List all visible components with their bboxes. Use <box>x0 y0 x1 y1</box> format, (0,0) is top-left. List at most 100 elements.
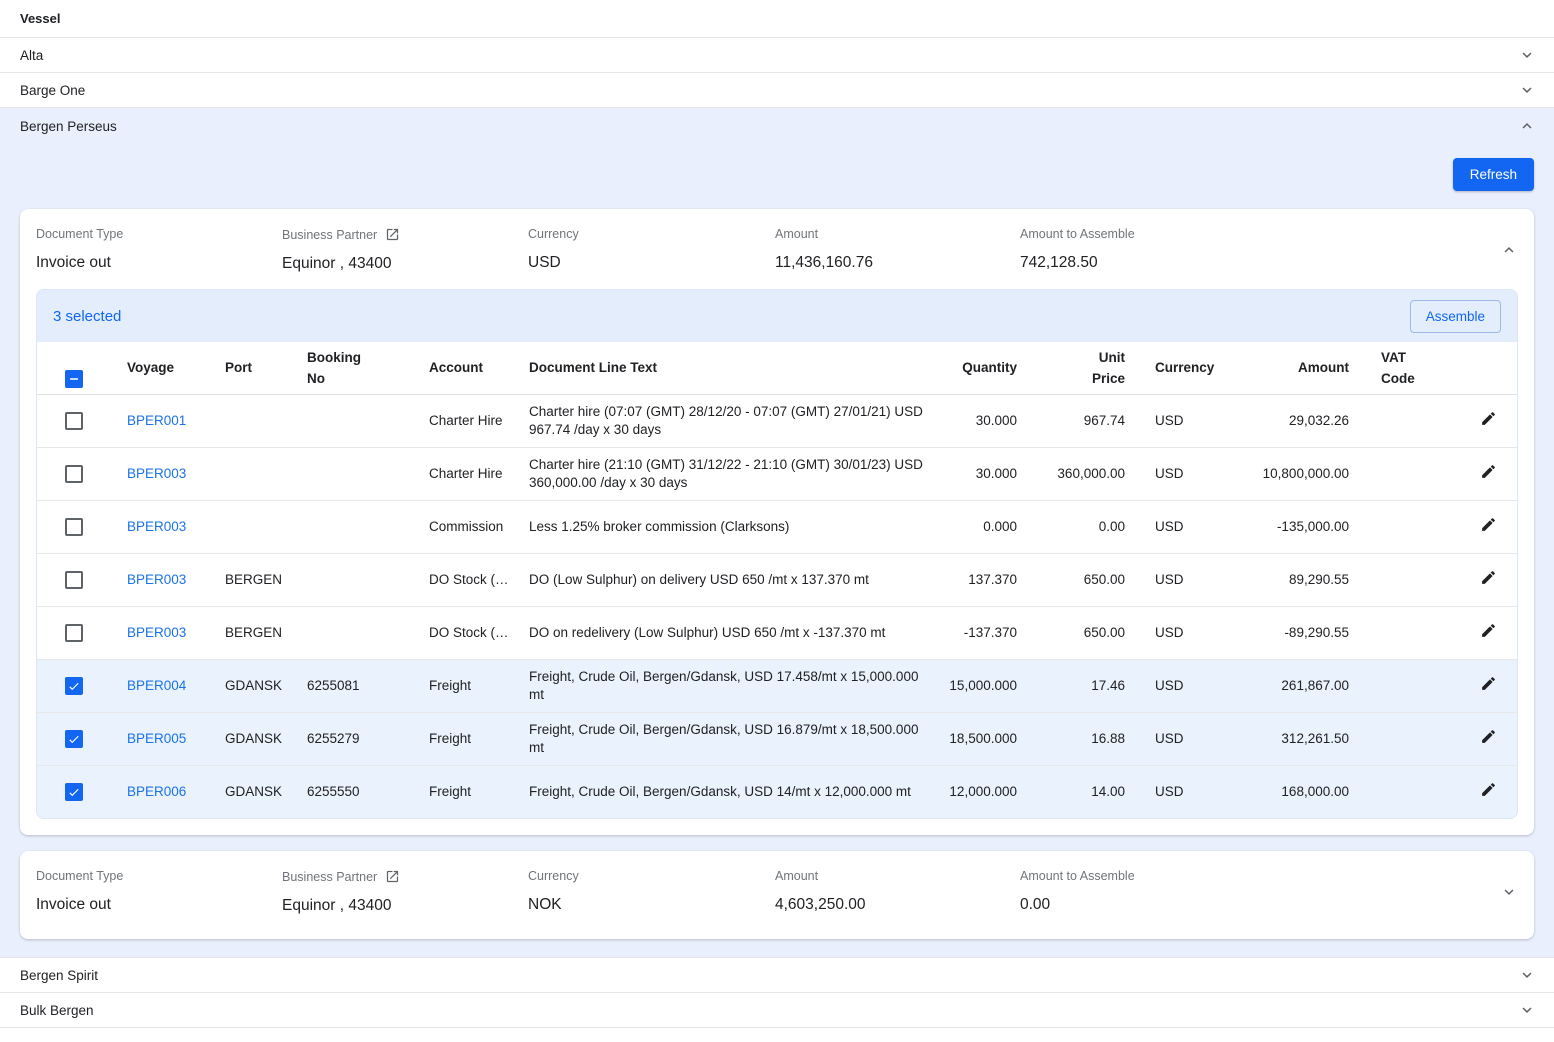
edit-line-button[interactable] <box>1480 781 1497 798</box>
booking-no-cell <box>291 606 413 659</box>
unit-price-cell: 650.00 <box>1033 553 1141 606</box>
voyage-link[interactable]: BPER004 <box>127 678 186 693</box>
booking-no-cell <box>291 394 413 447</box>
voyage-link[interactable]: BPER003 <box>127 519 186 534</box>
vessel-name: Bergen Spirit <box>20 968 98 983</box>
port-cell <box>209 394 291 447</box>
row-checkbox[interactable] <box>65 465 83 483</box>
assemble-button[interactable]: Assemble <box>1410 300 1501 333</box>
collapse-card-icon[interactable] <box>1492 227 1518 259</box>
field-value: 4,603,250.00 <box>775 896 1020 914</box>
amount-cell: 312,261.50 <box>1213 712 1373 765</box>
accordion-item-barge-one[interactable]: Barge One <box>0 73 1554 108</box>
currency-cell: USD <box>1141 606 1213 659</box>
edit-line-button[interactable] <box>1480 728 1497 745</box>
chevron-up-icon[interactable] <box>1518 117 1536 135</box>
chevron-down-icon[interactable] <box>1518 966 1536 984</box>
field-value: NOK <box>528 896 775 914</box>
document-card-nok: Document TypeInvoice outBusiness Partner… <box>20 851 1534 939</box>
chevron-down-icon[interactable] <box>1518 1001 1536 1019</box>
document-summary: Document TypeInvoice outBusiness Partner… <box>36 865 1518 923</box>
edit-line-button[interactable] <box>1480 410 1497 427</box>
summary-field: Currency NOK <box>528 869 775 914</box>
table-row: BPER001Charter HireCharter hire (07:07 (… <box>37 394 1518 447</box>
edit-line-button[interactable] <box>1480 569 1497 586</box>
summary-field: Amount4,603,250.00 <box>775 869 1020 914</box>
chevron-down-icon[interactable] <box>1518 46 1536 64</box>
summary-field: Document TypeInvoice out <box>36 227 282 272</box>
voyage-link[interactable]: BPER006 <box>127 784 186 799</box>
quantity-cell: 15,000.000 <box>943 659 1033 712</box>
edit-line-button[interactable] <box>1480 463 1497 480</box>
field-value: Invoice out <box>36 896 282 914</box>
booking-no-cell <box>291 500 413 553</box>
document-line-text-cell: Charter hire (07:07 (GMT) 28/12/20 - 07:… <box>513 394 943 447</box>
column-header-document-line-text: Document Line Text <box>513 342 943 394</box>
document-line-text-cell: Freight, Crude Oil, Bergen/Gdansk, USD 1… <box>513 765 943 818</box>
selection-bar: 3 selected Assemble <box>37 290 1517 342</box>
voyage-link[interactable]: BPER003 <box>127 572 186 587</box>
edit-line-button[interactable] <box>1480 622 1497 639</box>
row-checkbox[interactable] <box>65 518 83 536</box>
row-checkbox[interactable] <box>65 730 83 748</box>
account-cell: Freight <box>413 712 513 765</box>
voyage-link[interactable]: BPER005 <box>127 731 186 746</box>
booking-no-cell <box>291 447 413 500</box>
table-row: BPER005GDANSK6255279FreightFreight, Crud… <box>37 712 1518 765</box>
booking-no-cell <box>291 553 413 606</box>
account-cell: DO Stock (L... <box>413 553 513 606</box>
field-label: Business Partner <box>282 228 377 242</box>
voyage-link[interactable]: BPER003 <box>127 625 186 640</box>
row-checkbox[interactable] <box>65 412 83 430</box>
field-label: Amount to Assemble <box>1020 227 1135 241</box>
row-checkbox[interactable] <box>65 624 83 642</box>
refresh-button[interactable]: Refresh <box>1453 158 1534 191</box>
summary-field: Document TypeInvoice out <box>36 869 282 914</box>
field-value: Equinor , 43400 <box>282 255 528 273</box>
accordion-item-bergen-spirit[interactable]: Bergen Spirit <box>0 958 1554 993</box>
column-header-port: Port <box>209 342 291 394</box>
column-header-voyage: Voyage <box>111 342 209 394</box>
vessel-list-header: Vessel <box>0 0 1554 38</box>
table-row: BPER003BERGENDO Stock (L...DO (Low Sulph… <box>37 553 1518 606</box>
port-cell <box>209 447 291 500</box>
vessel-name: Barge One <box>20 83 85 98</box>
edit-line-button[interactable] <box>1480 516 1497 533</box>
booking-no-cell: 6255550 <box>291 765 413 818</box>
account-cell: Freight <box>413 765 513 818</box>
column-header-account: Account <box>413 342 513 394</box>
summary-field: Amount11,436,160.76 <box>775 227 1020 272</box>
select-all-checkbox[interactable] <box>65 370 83 388</box>
voyage-link[interactable]: BPER001 <box>127 413 186 428</box>
row-checkbox[interactable] <box>65 783 83 801</box>
amount-cell: 261,867.00 <box>1213 659 1373 712</box>
open-in-new-icon[interactable] <box>385 227 400 242</box>
currency-cell: USD <box>1141 447 1213 500</box>
edit-line-button[interactable] <box>1480 675 1497 692</box>
accordion-item-bergen-perseus[interactable]: Bergen Perseus <box>0 108 1554 144</box>
row-checkbox[interactable] <box>65 677 83 695</box>
field-value: 11,436,160.76 <box>775 254 1020 272</box>
accordion-item-alta[interactable]: Alta <box>0 38 1554 73</box>
voyage-link[interactable]: BPER003 <box>127 466 186 481</box>
field-value: Equinor , 43400 <box>282 897 528 915</box>
port-cell: GDANSK <box>209 765 291 818</box>
port-cell: BERGEN <box>209 553 291 606</box>
quantity-cell: 30.000 <box>943 394 1033 447</box>
unit-price-cell: 650.00 <box>1033 606 1141 659</box>
chevron-down-icon[interactable] <box>1518 81 1536 99</box>
row-checkbox[interactable] <box>65 571 83 589</box>
currency-cell: USD <box>1141 553 1213 606</box>
expand-card-icon[interactable] <box>1492 869 1518 901</box>
field-label: Currency <box>528 869 579 883</box>
field-label: Amount to Assemble <box>1020 869 1135 883</box>
vessel-panel-bergen-perseus: Bergen Perseus Refresh Document TypeInvo… <box>0 108 1554 958</box>
open-in-new-icon[interactable] <box>385 869 400 884</box>
quantity-cell: 12,000.000 <box>943 765 1033 818</box>
amount-cell: -89,290.55 <box>1213 606 1373 659</box>
vessel-name: Alta <box>20 48 43 63</box>
selected-count: 3 selected <box>53 308 121 325</box>
account-cell: Charter Hire <box>413 447 513 500</box>
accordion-item-bulk-bergen[interactable]: Bulk Bergen <box>0 993 1554 1028</box>
refresh-row: Refresh <box>0 144 1554 209</box>
